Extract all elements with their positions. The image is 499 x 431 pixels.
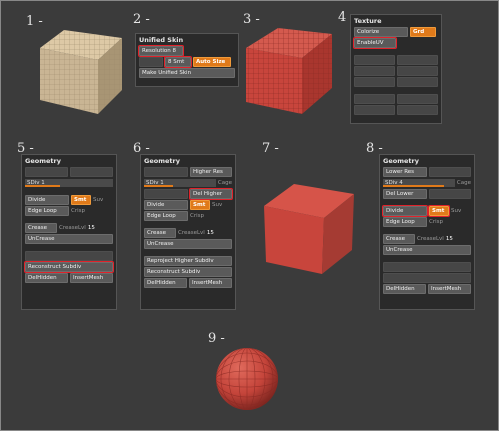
smt-label: Smt bbox=[173, 59, 185, 65]
blank-slot bbox=[397, 94, 438, 104]
make-unified-skin-button[interactable]: Make Unified Skin bbox=[139, 68, 235, 78]
del-lower-button[interactable]: Del Lower bbox=[383, 189, 427, 199]
colorize-button[interactable]: Colorize bbox=[354, 27, 408, 37]
creaselvl-value[interactable]: 15 bbox=[207, 230, 214, 236]
blank-slot bbox=[139, 57, 163, 67]
reconstruct-subdiv-button[interactable]: Reconstruct Subdiv bbox=[144, 267, 232, 277]
subdivided-red-cube-image bbox=[264, 184, 354, 274]
divide-button[interactable]: Divide bbox=[25, 195, 69, 205]
geometry-title: Geometry bbox=[144, 157, 180, 165]
lower-res-button[interactable]: Lower Res bbox=[383, 167, 427, 177]
sdiv-slider[interactable]: SDiv 1 bbox=[25, 179, 113, 187]
tan-cube-image bbox=[40, 30, 122, 114]
sdiv-slider[interactable]: SDiv 4 bbox=[383, 179, 455, 187]
resolution-label: Resolution bbox=[142, 48, 171, 54]
blank-slot bbox=[70, 167, 113, 177]
smooth-value: 8 bbox=[168, 59, 172, 65]
blank-slot bbox=[429, 167, 471, 177]
insertmesh-button[interactable]: InsertMesh bbox=[70, 273, 113, 283]
sdiv-value: 1 bbox=[41, 180, 45, 186]
sdiv-label: SDiv bbox=[146, 180, 159, 186]
delhidden-button[interactable]: DelHidden bbox=[144, 278, 187, 288]
delhidden-button[interactable]: DelHidden bbox=[383, 284, 426, 294]
smt-toggle[interactable]: Smt bbox=[71, 195, 91, 205]
geometry-panel-step6: Geometry Higher Res SDiv 1 Cage Del High… bbox=[140, 154, 236, 310]
blank-slot bbox=[397, 66, 438, 76]
blank-slot bbox=[354, 55, 395, 65]
resolution-slider[interactable]: Resolution 8 bbox=[138, 45, 184, 57]
creaselvl-label: CreaseLvl bbox=[59, 225, 86, 231]
blank-slot bbox=[383, 273, 471, 283]
insertmesh-button[interactable]: InsertMesh bbox=[189, 278, 232, 288]
edge-loop-button[interactable]: Edge Loop bbox=[383, 217, 427, 227]
del-higher-button[interactable]: Del Higher bbox=[189, 188, 233, 200]
insertmesh-button[interactable]: InsertMesh bbox=[428, 284, 471, 294]
suv-toggle[interactable]: Suv bbox=[93, 197, 103, 203]
geometry-panel-step5: Geometry SDiv 1 Divide Smt Suv Edge Loop… bbox=[21, 154, 117, 310]
sdiv-slider[interactable]: SDiv 1 bbox=[144, 179, 216, 187]
crease-button[interactable]: Crease bbox=[144, 228, 176, 238]
reproject-higher-subdiv-button[interactable]: Reproject Higher Subdiv bbox=[144, 256, 232, 266]
step-number-9: 9 - bbox=[208, 331, 225, 346]
divide-button[interactable]: Divide bbox=[382, 205, 428, 217]
sdiv-label: SDiv bbox=[27, 180, 40, 186]
blank-slot bbox=[354, 105, 395, 115]
unified-skin-panel: Unified Skin Resolution 8 8 Smt Auto Siz… bbox=[135, 33, 239, 87]
blank-slot bbox=[144, 189, 188, 199]
enable-uv-button[interactable]: EnableUV bbox=[353, 37, 397, 49]
uncrease-button[interactable]: UnCrease bbox=[25, 234, 113, 244]
geometry-panel-step8: Geometry Lower Res SDiv 4 Cage Del Lower… bbox=[379, 154, 475, 310]
blank-slot bbox=[429, 189, 471, 199]
blank-slot bbox=[354, 77, 395, 87]
delhidden-button[interactable]: DelHidden bbox=[25, 273, 68, 283]
divide-button[interactable]: Divide bbox=[144, 200, 188, 210]
uncrease-button[interactable]: UnCrease bbox=[383, 245, 471, 255]
geometry-title: Geometry bbox=[25, 157, 61, 165]
smooth-slider[interactable]: 8 Smt bbox=[164, 56, 192, 68]
crease-button[interactable]: Crease bbox=[25, 223, 57, 233]
blank-slot bbox=[397, 105, 438, 115]
resolution-value: 8 bbox=[172, 48, 177, 54]
texture-title: Texture bbox=[354, 17, 382, 25]
edge-loop-button[interactable]: Edge Loop bbox=[25, 206, 69, 216]
crisp-toggle[interactable]: Crisp bbox=[190, 213, 204, 219]
blank-slot bbox=[25, 167, 68, 177]
crease-button[interactable]: Crease bbox=[383, 234, 415, 244]
blank-slot bbox=[383, 262, 471, 272]
blank-slot bbox=[397, 77, 438, 87]
step-number-2: 2 - bbox=[133, 12, 150, 27]
crisp-toggle[interactable]: Crisp bbox=[429, 219, 443, 225]
sdiv-label: SDiv bbox=[385, 180, 398, 186]
smt-toggle[interactable]: Smt bbox=[428, 205, 450, 217]
crisp-toggle[interactable]: Crisp bbox=[71, 208, 85, 214]
cage-toggle[interactable]: Cage bbox=[457, 180, 471, 186]
step-number-7: 7 - bbox=[262, 141, 279, 156]
blank-slot bbox=[354, 94, 395, 104]
creaselvl-label: CreaseLvl bbox=[417, 236, 444, 242]
cage-toggle[interactable]: Cage bbox=[218, 180, 232, 186]
blank-slot bbox=[144, 167, 188, 177]
sdiv-value: 1 bbox=[160, 180, 164, 186]
blank-slot bbox=[25, 251, 113, 261]
higher-res-button[interactable]: Higher Res bbox=[190, 167, 232, 177]
creaselvl-label: CreaseLvl bbox=[178, 230, 205, 236]
sphere-image bbox=[216, 348, 278, 410]
red-cube-image bbox=[246, 28, 332, 114]
unified-skin-title: Unified Skin bbox=[139, 36, 184, 44]
geometry-title: Geometry bbox=[383, 157, 419, 165]
sdiv-value: 4 bbox=[399, 180, 403, 186]
creaselvl-value[interactable]: 15 bbox=[446, 236, 453, 242]
blank-slot bbox=[397, 55, 438, 65]
texture-panel: Texture Colorize Grd EnableUV bbox=[350, 14, 442, 124]
suv-toggle[interactable]: Suv bbox=[212, 202, 222, 208]
suv-toggle[interactable]: Suv bbox=[451, 208, 461, 214]
grd-button[interactable]: Grd bbox=[410, 27, 436, 37]
reconstruct-subdiv-button[interactable]: Reconstruct Subdiv bbox=[24, 261, 114, 273]
auto-size-button[interactable]: Auto Size bbox=[193, 57, 231, 67]
smt-toggle[interactable]: Smt bbox=[190, 200, 210, 210]
blank-slot bbox=[354, 66, 395, 76]
creaselvl-value[interactable]: 15 bbox=[88, 225, 95, 231]
uncrease-button[interactable]: UnCrease bbox=[144, 239, 232, 249]
edge-loop-button[interactable]: Edge Loop bbox=[144, 211, 188, 221]
